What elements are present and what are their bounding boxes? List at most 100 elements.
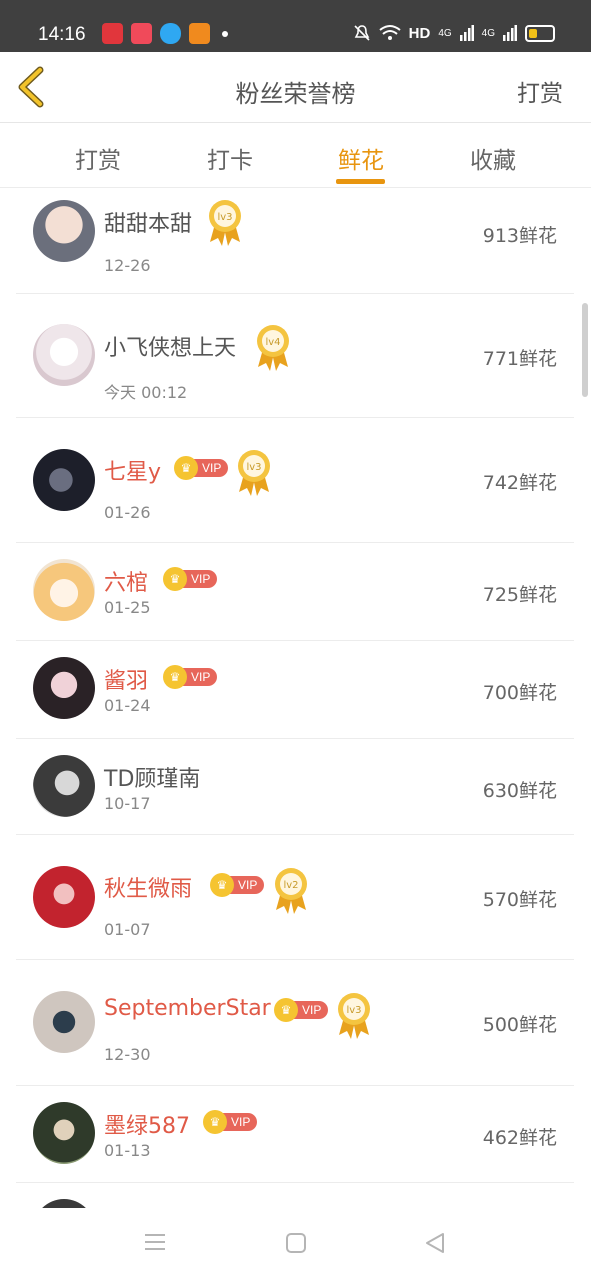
ranking-row[interactable] (16, 1182, 574, 1208)
ranking-row[interactable]: 秋生微雨 ♛ VIP lv2 01-07 570鲜花 (16, 834, 574, 960)
avatar[interactable] (33, 324, 95, 386)
signal-4g-label: 4G (481, 27, 495, 39)
fan-date: 12-26 (104, 256, 151, 275)
signal-icon (459, 25, 474, 41)
avatar[interactable] (33, 1102, 95, 1164)
app-notification-icon (131, 23, 152, 44)
avatar[interactable] (33, 755, 95, 817)
flower-count: 913鲜花 (482, 225, 557, 247)
vip-badge: ♛ VIP (203, 1110, 258, 1134)
tab-bar: 打赏 打卡 鲜花 收藏 (0, 123, 591, 188)
fan-date: 10-17 (104, 794, 151, 813)
fan-name: 小飞侠想上天 (104, 336, 237, 361)
flower-count: 570鲜花 (482, 889, 557, 911)
ranking-row[interactable]: 小飞侠想上天 lv4 今天 00:12 771鲜花 (16, 293, 574, 418)
vip-badge: ♛ VIP (210, 873, 265, 897)
notification-icons (102, 23, 228, 44)
signal-4g-label: 4G (438, 27, 452, 39)
status-indicators: HD 4G 4G (353, 24, 555, 42)
avatar[interactable] (33, 866, 95, 928)
level-medal-icon: lv3 (209, 200, 241, 246)
crown-icon: ♛ (210, 873, 234, 897)
system-nav-bar (0, 1208, 591, 1280)
status-bar: 14:16 HD 4G 4G (0, 0, 591, 52)
scrollbar[interactable] (582, 303, 588, 397)
tab-favorites[interactable]: 收藏 (448, 141, 538, 175)
crown-icon: ♛ (274, 998, 298, 1022)
ranking-row[interactable]: TD顾瑾南 10-17 630鲜花 (16, 738, 574, 835)
fan-date: 01-26 (104, 503, 151, 522)
flower-count: 462鲜花 (482, 1127, 557, 1149)
ranking-row[interactable]: 酱羽 ♛ VIP 01-24 700鲜花 (16, 640, 574, 739)
crown-icon: ♛ (174, 456, 198, 480)
ranking-row[interactable]: 墨绿587 ♛ VIP 01-13 462鲜花 (16, 1085, 574, 1183)
flower-count: 700鲜花 (482, 682, 557, 704)
level-label: lv3 (346, 1005, 361, 1016)
ranking-row[interactable]: 甜甜本甜 lv3 12-26 913鲜花 (16, 188, 574, 294)
menu-icon[interactable] (144, 1232, 166, 1252)
back-icon[interactable] (424, 1232, 446, 1254)
flower-count: 725鲜花 (482, 584, 557, 606)
battery-icon (525, 24, 555, 42)
signal-icon (503, 25, 517, 41)
fan-date: 今天 00:12 (104, 383, 188, 402)
avatar[interactable] (33, 1199, 95, 1208)
tab-checkin[interactable]: 打卡 (185, 141, 275, 175)
level-medal-icon: lv2 (275, 868, 307, 914)
fan-date: 01-13 (104, 1141, 151, 1160)
level-label: lv2 (283, 880, 298, 891)
fan-name: 墨绿587 (104, 1114, 190, 1139)
more-notifications-icon (222, 30, 228, 37)
avatar[interactable] (33, 559, 95, 621)
reward-button[interactable]: 打赏 (517, 74, 563, 108)
top-app-bar: 粉丝荣誉榜 打赏 (0, 52, 591, 123)
flower-count: 630鲜花 (482, 780, 557, 802)
crown-icon: ♛ (163, 665, 187, 689)
qq-icon (160, 23, 181, 44)
fan-name: 酱羽 (104, 669, 149, 694)
fan-date: 01-24 (104, 696, 151, 715)
level-label: lv3 (246, 462, 261, 473)
vip-badge: ♛ VIP (174, 456, 229, 480)
tab-reward[interactable]: 打赏 (53, 141, 143, 175)
fan-name: 六棺 (104, 571, 149, 596)
flower-count: 500鲜花 (482, 1014, 557, 1036)
avatar[interactable] (33, 449, 95, 511)
avatar[interactable] (33, 657, 95, 719)
fan-name: 七星y (104, 460, 162, 485)
level-medal-icon: lv3 (238, 450, 270, 496)
active-tab-indicator (336, 179, 385, 184)
flower-count: 742鲜花 (482, 472, 557, 494)
vip-badge: ♛ VIP (163, 665, 218, 689)
app-notification-icon (189, 23, 210, 44)
vip-badge: ♛ VIP (163, 567, 218, 591)
tab-flowers[interactable]: 鲜花 (316, 141, 406, 175)
ranking-row[interactable]: 七星y ♛ VIP lv3 01-26 742鲜花 (16, 417, 574, 543)
ranking-row[interactable]: 六棺 ♛ VIP 01-25 725鲜花 (16, 542, 574, 641)
ranking-row[interactable]: SeptemberStar ♛ VIP lv3 12-30 500鲜花 (16, 959, 574, 1086)
flower-count: 771鲜花 (482, 348, 557, 370)
home-icon[interactable] (285, 1232, 307, 1254)
status-time: 14:16 (38, 24, 86, 45)
level-medal-icon: lv4 (257, 325, 289, 371)
app-notification-icon (102, 23, 123, 44)
hd-label: HD (408, 24, 431, 42)
fan-name: 甜甜本甜 (104, 212, 193, 237)
fan-date: 01-25 (104, 598, 151, 617)
page-title: 粉丝荣誉榜 (235, 80, 356, 108)
level-label: lv3 (217, 212, 232, 223)
vip-badge: ♛ VIP (274, 998, 329, 1022)
level-label: lv4 (265, 337, 280, 348)
fan-date: 12-30 (104, 1045, 151, 1064)
fan-date: 01-07 (104, 920, 151, 939)
fan-name: TD顾瑾南 (104, 767, 201, 792)
wifi-icon (379, 25, 401, 40)
avatar[interactable] (33, 991, 95, 1053)
crown-icon: ♛ (163, 567, 187, 591)
fan-name: 秋生微雨 (104, 877, 193, 902)
mute-bell-icon (354, 25, 370, 41)
avatar[interactable] (33, 200, 95, 262)
crown-icon: ♛ (203, 1110, 227, 1134)
level-medal-icon: lv3 (338, 993, 370, 1039)
fan-name: SeptemberStar (104, 996, 271, 1021)
